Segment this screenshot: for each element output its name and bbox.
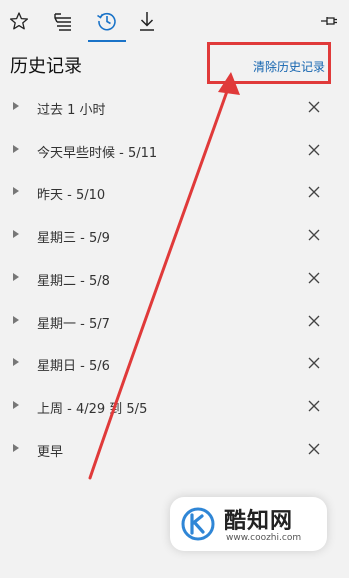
reading-list-icon xyxy=(54,13,71,31)
close-icon[interactable] xyxy=(307,100,321,114)
expand-chevron-icon[interactable] xyxy=(12,357,20,367)
expand-chevron-icon[interactable] xyxy=(12,400,20,410)
history-group-row[interactable]: 今天早些时候 - 5/11 xyxy=(0,129,349,171)
panel-title: 历史记录 xyxy=(10,56,82,77)
reading-list-button[interactable] xyxy=(48,6,78,36)
download-icon xyxy=(140,12,154,31)
pin-icon xyxy=(321,17,337,25)
history-group-row[interactable]: 星期二 - 5/8 xyxy=(0,257,349,299)
history-group-label: 星期三 - 5/9 xyxy=(37,231,110,247)
active-tab-indicator xyxy=(88,40,126,42)
expand-chevron-icon[interactable] xyxy=(12,144,20,154)
hub-toolbar xyxy=(0,0,349,44)
favorites-button[interactable] xyxy=(4,6,34,36)
close-icon[interactable] xyxy=(307,314,321,328)
history-group-label: 昨天 - 5/10 xyxy=(37,188,106,204)
close-icon[interactable] xyxy=(307,271,321,285)
history-group-row[interactable]: 昨天 - 5/10 xyxy=(0,171,349,213)
close-icon[interactable] xyxy=(307,143,321,157)
watermark-badge: 酷知网 www.coozhi.com xyxy=(170,497,327,551)
history-group-row[interactable]: 星期一 - 5/7 xyxy=(0,300,349,342)
coozhi-logo-icon xyxy=(181,507,215,541)
expand-chevron-icon[interactable] xyxy=(12,315,20,325)
history-group-label: 星期日 - 5/6 xyxy=(37,359,110,375)
history-group-label: 今天早些时候 - 5/11 xyxy=(37,145,158,161)
history-group-label: 过去 1 小时 xyxy=(37,103,106,118)
history-group-label: 星期一 - 5/7 xyxy=(37,316,110,332)
history-group-row[interactable]: 星期三 - 5/9 xyxy=(0,214,349,256)
history-group-row[interactable]: 星期日 - 5/6 xyxy=(0,342,349,384)
history-group-row[interactable]: 更早 xyxy=(0,428,349,470)
expand-chevron-icon[interactable] xyxy=(12,272,20,282)
watermark-name: 酷知网 xyxy=(224,509,294,534)
downloads-button[interactable] xyxy=(132,6,162,36)
watermark-url: www.coozhi.com xyxy=(226,533,302,543)
expand-chevron-icon[interactable] xyxy=(12,443,20,453)
close-icon[interactable] xyxy=(307,442,321,456)
expand-chevron-icon[interactable] xyxy=(12,186,20,196)
history-button[interactable] xyxy=(92,6,122,36)
expand-chevron-icon[interactable] xyxy=(12,101,20,111)
close-icon[interactable] xyxy=(307,356,321,370)
history-group-label: 上周 - 4/29 到 5/5 xyxy=(37,401,148,417)
close-icon[interactable] xyxy=(307,399,321,413)
history-icon xyxy=(97,12,116,31)
annotation-highlight-box xyxy=(207,42,331,84)
close-icon[interactable] xyxy=(307,185,321,199)
history-group-row[interactable]: 过去 1 小时 xyxy=(0,86,349,128)
star-icon xyxy=(9,12,29,30)
pin-button[interactable] xyxy=(314,6,344,36)
history-group-label: 星期二 - 5/8 xyxy=(37,273,110,289)
expand-chevron-icon[interactable] xyxy=(12,229,20,239)
history-group-label: 更早 xyxy=(37,444,64,460)
close-icon[interactable] xyxy=(307,228,321,242)
history-group-row[interactable]: 上周 - 4/29 到 5/5 xyxy=(0,385,349,427)
